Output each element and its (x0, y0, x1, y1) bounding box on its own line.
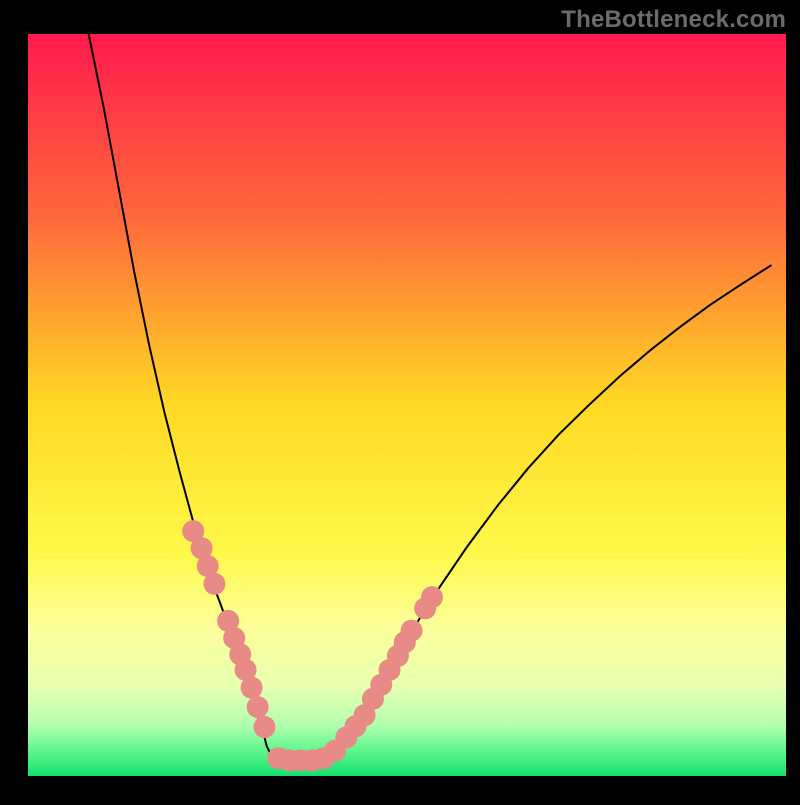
highlight-dot (241, 677, 263, 699)
highlight-dot (247, 696, 269, 718)
plot-background (28, 34, 786, 776)
highlight-dot (254, 716, 276, 738)
highlight-dot (421, 586, 443, 608)
bottleneck-chart (0, 0, 800, 800)
highlight-dot (401, 620, 423, 642)
chart-container: TheBottleneck.com (0, 0, 800, 800)
highlight-dot (203, 573, 225, 595)
watermark-text: TheBottleneck.com (561, 6, 786, 34)
